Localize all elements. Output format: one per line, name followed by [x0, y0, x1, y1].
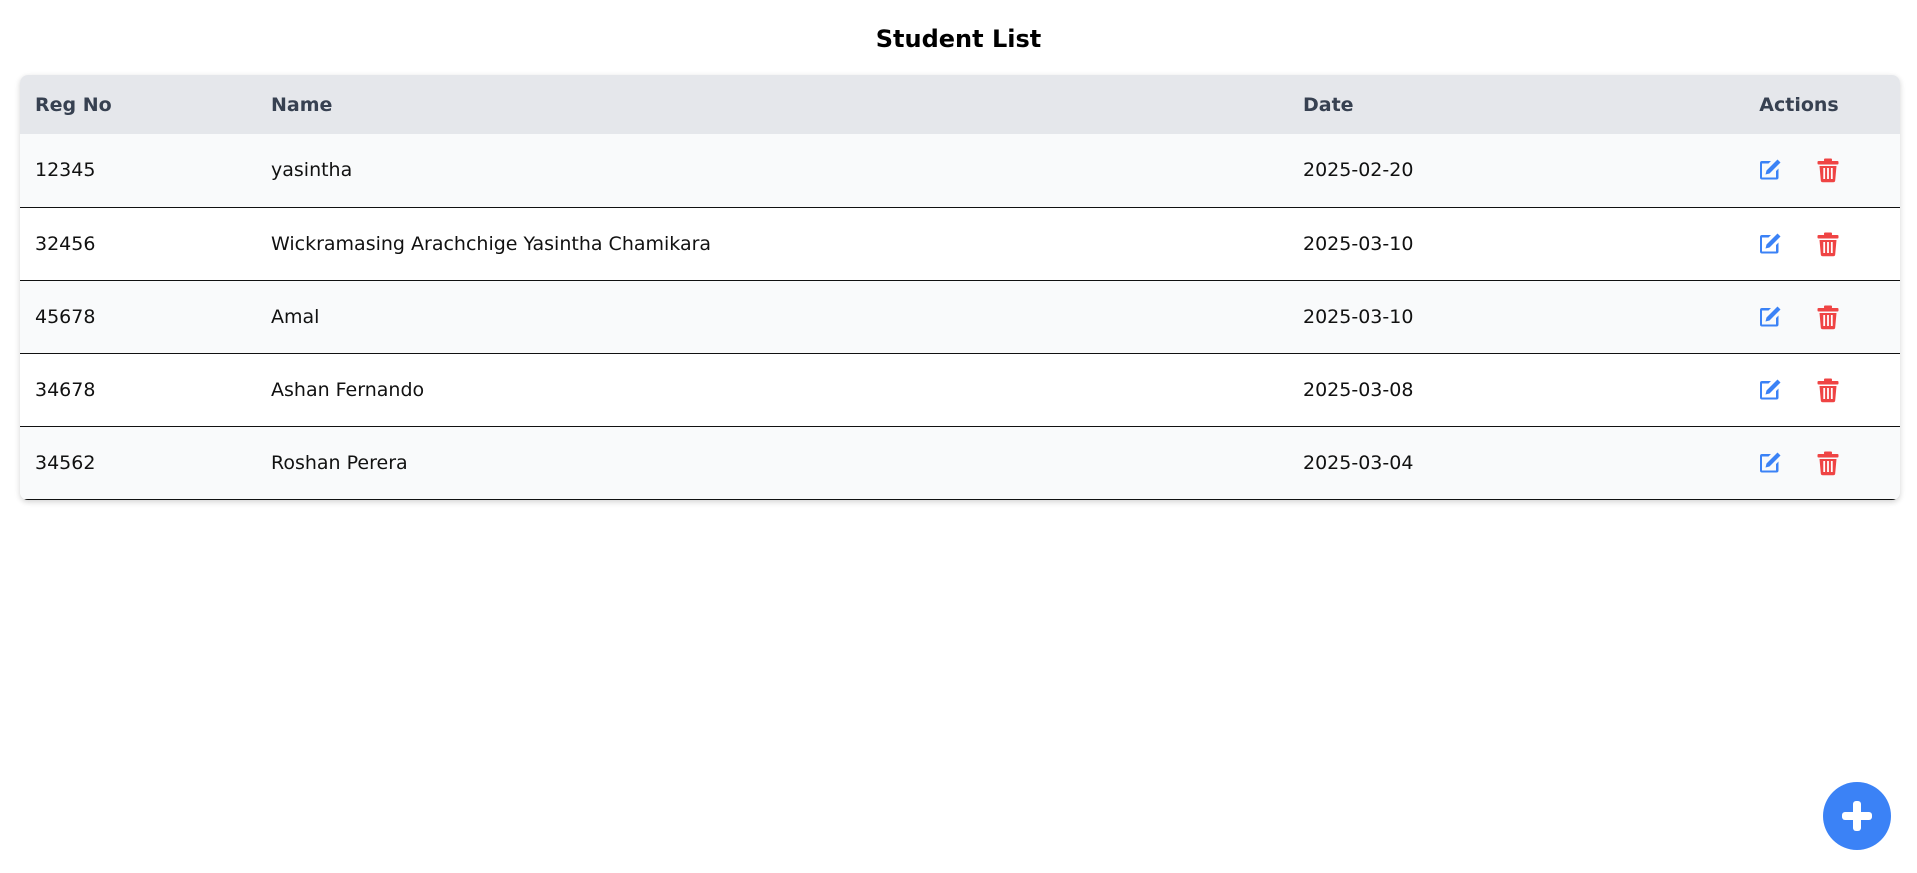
cell-name: yasintha: [271, 159, 353, 182]
page-title: Student List: [875, 25, 1042, 53]
edit-button[interactable]: [1757, 304, 1783, 330]
delete-button[interactable]: [1815, 377, 1841, 403]
cell-date: 2025-03-04: [1303, 451, 1414, 474]
column-header-name: Name: [271, 93, 333, 116]
delete-button[interactable]: [1815, 231, 1841, 257]
edit-button[interactable]: [1757, 231, 1783, 257]
cell-reg-no: 34678: [35, 378, 96, 401]
trash-icon: [1817, 305, 1839, 329]
student-table: Reg No Name Date Actions 12345 yasintha …: [20, 75, 1900, 500]
cell-name: Amal: [271, 305, 320, 328]
cell-date: 2025-03-10: [1303, 305, 1414, 328]
cell-actions: [1698, 134, 1900, 207]
table-row: 34562 Roshan Perera 2025-03-04: [20, 426, 1900, 499]
edit-button[interactable]: [1757, 450, 1783, 476]
trash-icon: [1817, 451, 1839, 475]
trash-icon: [1817, 232, 1839, 256]
trash-icon: [1817, 378, 1839, 402]
delete-button[interactable]: [1815, 157, 1841, 183]
cell-date: 2025-02-20: [1303, 159, 1414, 182]
cell-actions: [1698, 426, 1900, 499]
edit-icon: [1759, 379, 1781, 399]
cell-reg-no: 45678: [35, 305, 96, 328]
edit-icon: [1759, 159, 1781, 180]
column-header-reg-no: Reg No: [35, 93, 112, 116]
cell-reg-no: 32456: [35, 232, 96, 255]
cell-reg-no: 12345: [35, 159, 96, 182]
cell-date: 2025-03-10: [1303, 232, 1414, 255]
cell-date: 2025-03-08: [1303, 378, 1414, 401]
table-row: 34678 Ashan Fernando 2025-03-08: [20, 353, 1900, 426]
table-row: 12345 yasintha 2025-02-20: [20, 134, 1900, 207]
table-header-row: Reg No Name Date Actions: [20, 75, 1900, 134]
cell-name: Roshan Perera: [271, 451, 408, 474]
edit-button[interactable]: [1757, 377, 1783, 403]
edit-button[interactable]: [1757, 157, 1783, 183]
column-header-actions: Actions: [1759, 93, 1839, 116]
trash-icon: [1817, 158, 1839, 183]
column-header-date: Date: [1303, 93, 1354, 116]
cell-name: Wickramasing Arachchige Yasintha Chamika…: [271, 232, 712, 255]
plus-icon: [1842, 801, 1872, 831]
delete-button[interactable]: [1815, 304, 1841, 330]
cell-actions: [1698, 280, 1900, 353]
table-row: 32456 Wickramasing Arachchige Yasintha C…: [20, 207, 1900, 280]
table-body: 12345 yasintha 2025-02-20 32456 Wickrama…: [20, 134, 1900, 499]
edit-icon: [1759, 452, 1781, 472]
table-row: 45678 Amal 2025-03-10: [20, 280, 1900, 353]
table-header: Reg No Name Date Actions: [20, 75, 1900, 134]
cell-name: Ashan Fernando: [271, 378, 425, 401]
add-student-button[interactable]: [1823, 782, 1891, 850]
edit-icon: [1759, 306, 1781, 326]
delete-button[interactable]: [1815, 450, 1841, 476]
cell-reg-no: 34562: [35, 451, 96, 474]
student-table-card: Reg No Name Date Actions 12345 yasintha …: [20, 75, 1900, 500]
student-list-page: Student List Reg No Name Date Actions 12…: [0, 0, 1917, 873]
cell-actions: [1698, 353, 1900, 426]
edit-icon: [1759, 233, 1781, 253]
cell-actions: [1698, 207, 1900, 280]
